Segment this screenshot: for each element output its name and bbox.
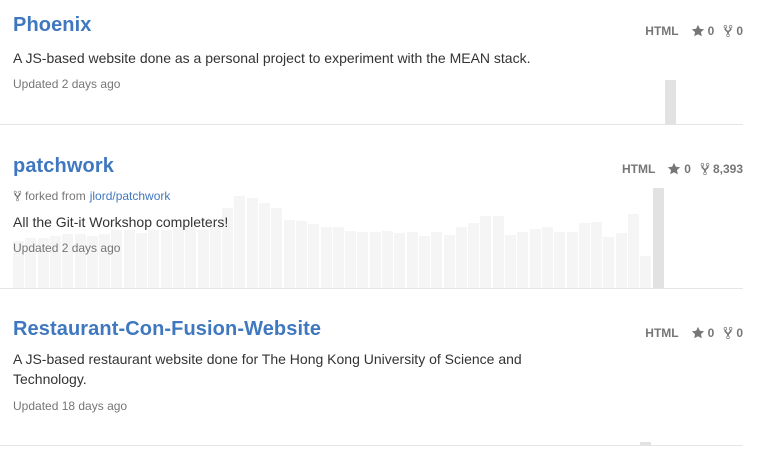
repo-item-patchwork: patchwork HTML 0 8,393 forked from jlord… bbox=[0, 124, 743, 289]
activity-bar bbox=[332, 227, 344, 288]
fork-icon bbox=[700, 162, 710, 176]
forks-link[interactable]: 0 bbox=[723, 326, 743, 340]
language-label: HTML bbox=[645, 326, 679, 340]
activity-bar bbox=[357, 232, 369, 288]
parent-repo-link[interactable]: jlord/patchwork bbox=[90, 189, 171, 203]
activity-bar bbox=[111, 230, 123, 288]
activity-bar bbox=[308, 224, 320, 288]
forks-link[interactable]: 0 bbox=[723, 24, 743, 38]
star-icon bbox=[691, 326, 704, 339]
repo-item-restaurant: Restaurant-Con-Fusion-Website HTML 0 0 A… bbox=[0, 288, 743, 446]
activity-bar bbox=[578, 223, 590, 288]
forked-from-note: forked from jlord/patchwork bbox=[13, 189, 170, 203]
activity-bar bbox=[123, 230, 135, 288]
stargazers-link[interactable]: 0 bbox=[691, 326, 715, 340]
activity-bar bbox=[234, 196, 246, 288]
repo-description: All the Git-it Workshop completers! bbox=[13, 214, 229, 230]
activity-bar bbox=[505, 235, 516, 288]
activity-bar bbox=[468, 223, 480, 288]
activity-bar bbox=[566, 232, 578, 288]
activity-bar bbox=[197, 230, 209, 288]
star-count: 0 bbox=[684, 162, 691, 176]
forked-from-label: forked from bbox=[25, 189, 86, 203]
activity-graph bbox=[13, 14, 676, 124]
activity-bar bbox=[431, 232, 443, 288]
activity-bar bbox=[345, 231, 357, 288]
stargazers-link[interactable]: 0 bbox=[691, 24, 715, 38]
updated-timestamp: Updated 18 days ago bbox=[13, 399, 128, 413]
activity-bar bbox=[603, 237, 615, 288]
updated-timestamp: Updated 2 days ago bbox=[13, 77, 121, 91]
fork-icon bbox=[723, 24, 733, 38]
activity-bar bbox=[394, 233, 406, 288]
activity-bar bbox=[517, 232, 529, 288]
star-count: 0 bbox=[707, 24, 715, 38]
repo-item-phoenix: Phoenix HTML 0 0 A JS-based website done… bbox=[0, 0, 743, 125]
star-count: 0 bbox=[707, 326, 715, 340]
stargazers-link[interactable]: 0 bbox=[667, 162, 691, 176]
activity-bar bbox=[554, 232, 566, 288]
activity-bar bbox=[591, 222, 603, 288]
language-label: HTML bbox=[645, 24, 679, 38]
activity-bar bbox=[640, 442, 652, 445]
repo-stats: HTML 0 0 bbox=[645, 24, 743, 38]
forks-link[interactable]: 8,393 bbox=[700, 162, 743, 176]
language-label: HTML bbox=[621, 162, 656, 176]
repo-name-link[interactable]: Restaurant-Con-Fusion-Website bbox=[13, 318, 321, 341]
activity-bar bbox=[455, 227, 467, 288]
activity-bar bbox=[652, 188, 664, 288]
updated-timestamp: Updated 2 days ago bbox=[13, 241, 121, 255]
repo-name-link[interactable]: Phoenix bbox=[13, 14, 92, 37]
activity-bar bbox=[664, 80, 676, 124]
repo-stats: HTML 0 8,393 bbox=[622, 162, 743, 176]
fork-icon bbox=[13, 190, 22, 202]
activity-bar bbox=[418, 236, 430, 288]
repository-list: Phoenix HTML 0 0 A JS-based website done… bbox=[0, 0, 774, 459]
repo-description: A JS-based restaurant website done for T… bbox=[13, 351, 522, 387]
repo-stats: HTML 0 0 bbox=[645, 326, 743, 340]
star-icon bbox=[668, 162, 681, 175]
repo-name-link[interactable]: patchwork bbox=[13, 155, 114, 178]
activity-bar bbox=[172, 226, 184, 288]
fork-count: 8,393 bbox=[712, 162, 743, 176]
activity-bar bbox=[406, 232, 418, 288]
repo-description: A JS-based website done as a personal pr… bbox=[13, 50, 531, 66]
fork-count: 0 bbox=[736, 24, 743, 38]
activity-bar bbox=[615, 233, 627, 288]
activity-bar bbox=[640, 256, 652, 288]
star-icon bbox=[691, 24, 704, 37]
activity-bar bbox=[369, 232, 381, 288]
activity-bar bbox=[443, 235, 455, 288]
activity-bar bbox=[185, 227, 197, 288]
activity-bar bbox=[160, 230, 172, 288]
fork-count: 0 bbox=[736, 326, 743, 340]
activity-bar bbox=[148, 230, 160, 288]
activity-bar bbox=[541, 227, 553, 288]
fork-icon bbox=[723, 326, 733, 340]
activity-bar bbox=[320, 227, 332, 288]
activity-bar bbox=[136, 233, 147, 288]
activity-bar bbox=[209, 224, 221, 288]
activity-bar bbox=[382, 231, 393, 288]
activity-bar bbox=[529, 229, 541, 288]
activity-bar bbox=[628, 214, 639, 288]
